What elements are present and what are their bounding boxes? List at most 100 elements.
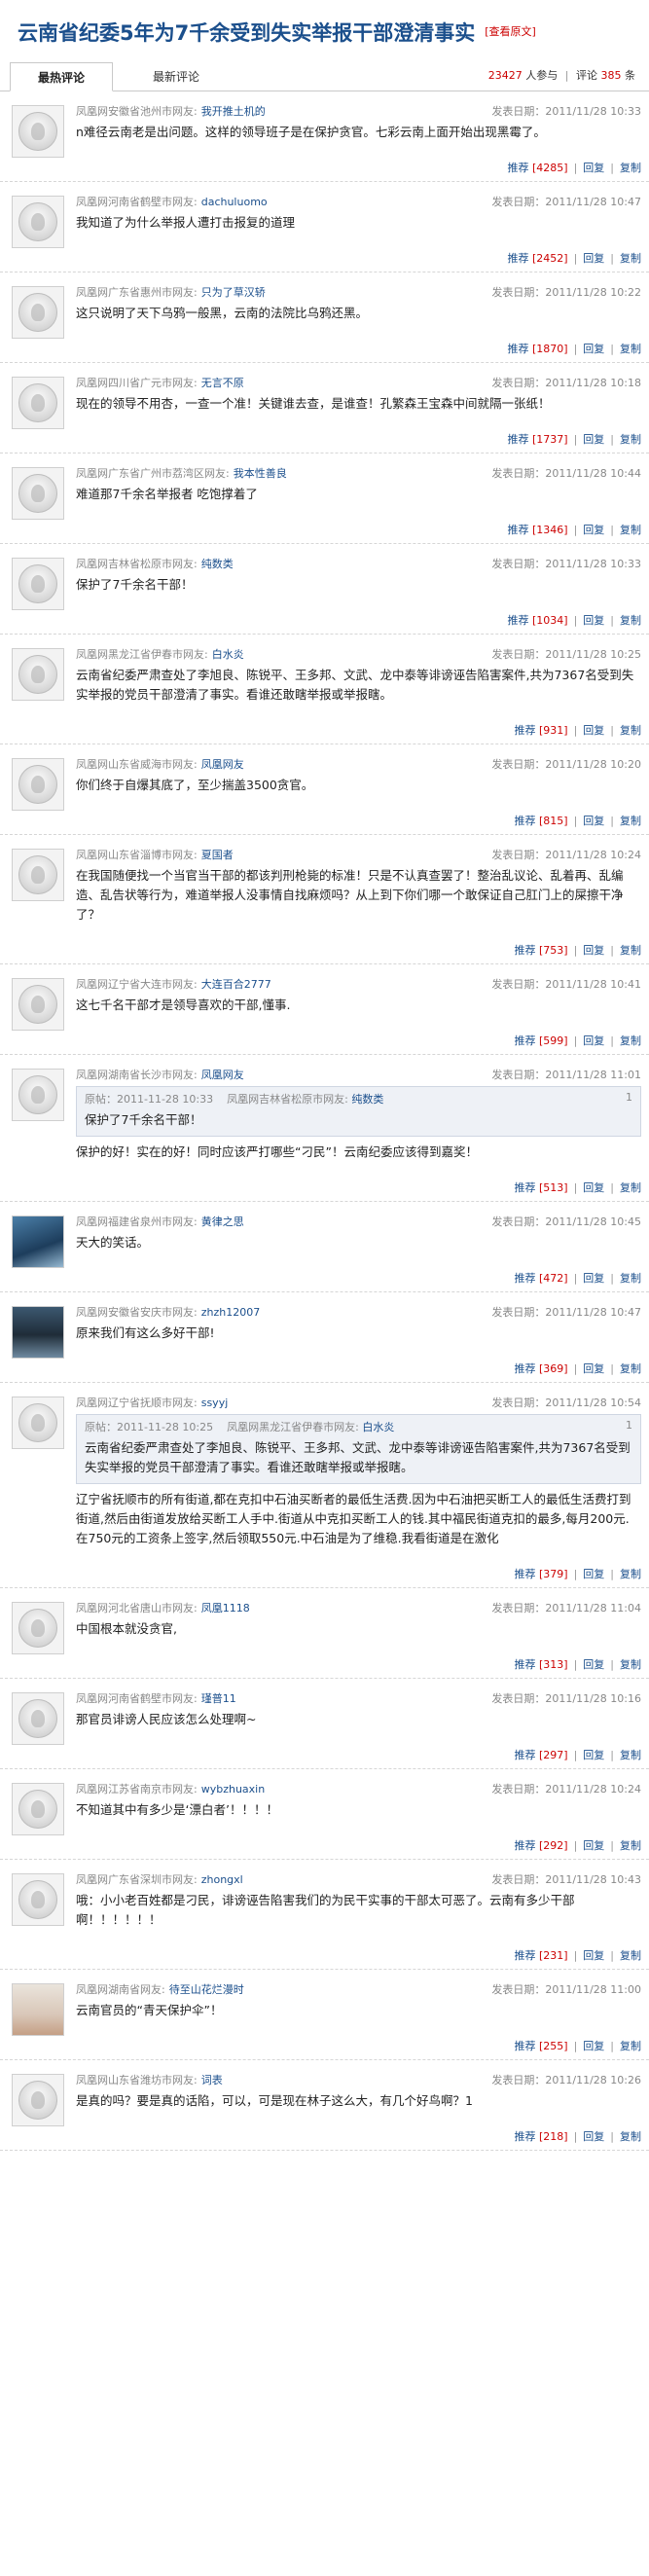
tab-latest[interactable]: 最新评论 — [125, 61, 228, 91]
commenter-nick[interactable]: 我开推土机的 — [201, 105, 266, 118]
avatar[interactable] — [12, 648, 64, 701]
avatar[interactable] — [12, 467, 64, 520]
copy-button[interactable]: 复制 — [620, 2040, 641, 2052]
recommend-button[interactable]: 推荐 — [514, 1839, 535, 1852]
copy-button[interactable]: 复制 — [620, 2130, 641, 2143]
recommend-button[interactable]: 推荐 — [514, 724, 535, 737]
copy-button[interactable]: 复制 — [620, 1658, 641, 1671]
commenter-nick[interactable]: 无言不原 — [201, 377, 244, 389]
recommend-button[interactable]: 推荐 — [514, 1181, 535, 1194]
avatar[interactable] — [12, 1602, 64, 1654]
reply-button[interactable]: 回复 — [583, 1272, 604, 1285]
commenter-nick[interactable]: 黄律之思 — [201, 1215, 244, 1228]
reply-button[interactable]: 回复 — [583, 614, 604, 627]
reply-button[interactable]: 回复 — [583, 944, 604, 957]
commenter-nick[interactable]: zhongxl — [201, 1873, 243, 1886]
copy-button[interactable]: 复制 — [620, 162, 641, 174]
recommend-button[interactable]: 推荐 — [514, 1362, 535, 1375]
copy-button[interactable]: 复制 — [620, 433, 641, 446]
avatar[interactable] — [12, 196, 64, 248]
reply-button[interactable]: 回复 — [583, 162, 604, 174]
recommend-button[interactable]: 推荐 — [514, 1568, 535, 1580]
copy-button[interactable]: 复制 — [620, 944, 641, 957]
avatar[interactable] — [12, 1306, 64, 1359]
recommend-button[interactable]: 推荐 — [507, 524, 528, 536]
reply-button[interactable]: 回复 — [583, 1568, 604, 1580]
reply-button[interactable]: 回复 — [583, 343, 604, 355]
reply-button[interactable]: 回复 — [583, 1839, 604, 1852]
commenter-nick[interactable]: 大连百合2777 — [201, 978, 271, 991]
recommend-button[interactable]: 推荐 — [514, 944, 535, 957]
avatar[interactable] — [12, 1397, 64, 1449]
copy-button[interactable]: 复制 — [620, 252, 641, 265]
commenter-nick[interactable]: 夏国者 — [201, 849, 234, 861]
commenter-nick[interactable]: dachuluomo — [201, 196, 268, 208]
commenter-nick[interactable]: 瑾普11 — [201, 1692, 236, 1705]
commenter-nick[interactable]: 只为了草汉轿 — [201, 286, 266, 299]
copy-button[interactable]: 复制 — [620, 524, 641, 536]
commenter-nick[interactable]: 词表 — [201, 2074, 223, 2086]
commenter-nick[interactable]: 白水炎 — [212, 648, 244, 661]
reply-button[interactable]: 回复 — [583, 1949, 604, 1962]
copy-button[interactable]: 复制 — [620, 1749, 641, 1761]
avatar[interactable] — [12, 1069, 64, 1121]
commenter-nick[interactable]: zhzh12007 — [201, 1306, 260, 1319]
copy-button[interactable]: 复制 — [620, 1839, 641, 1852]
commenter-nick[interactable]: 纯数类 — [201, 558, 234, 570]
recommend-button[interactable]: 推荐 — [507, 614, 528, 627]
avatar[interactable] — [12, 1215, 64, 1268]
avatar[interactable] — [12, 978, 64, 1031]
reply-button[interactable]: 回复 — [583, 2130, 604, 2143]
reply-button[interactable]: 回复 — [583, 815, 604, 827]
comment-count-label[interactable]: 评论 — [576, 69, 597, 82]
quote-nick[interactable]: 白水炎 — [362, 1421, 394, 1433]
reply-button[interactable]: 回复 — [583, 2040, 604, 2052]
recommend-button[interactable]: 推荐 — [514, 1749, 535, 1761]
comment-count[interactable]: 385 — [601, 69, 622, 82]
reply-button[interactable]: 回复 — [583, 252, 604, 265]
recommend-button[interactable]: 推荐 — [507, 162, 528, 174]
recommend-button[interactable]: 推荐 — [514, 1034, 535, 1047]
copy-button[interactable]: 复制 — [620, 343, 641, 355]
avatar[interactable] — [12, 105, 64, 158]
commenter-nick[interactable]: ssyyj — [201, 1397, 229, 1409]
reply-button[interactable]: 回复 — [583, 1362, 604, 1375]
commenter-nick[interactable]: 凤凰1118 — [201, 1602, 250, 1615]
avatar[interactable] — [12, 1983, 64, 2036]
reply-button[interactable]: 回复 — [583, 1181, 604, 1194]
comment-count-suffix[interactable]: 条 — [625, 69, 635, 82]
copy-button[interactable]: 复制 — [620, 1034, 641, 1047]
commenter-nick[interactable]: 凤凰网友 — [201, 758, 244, 771]
avatar[interactable] — [12, 1783, 64, 1835]
avatar[interactable] — [12, 558, 64, 610]
avatar[interactable] — [12, 1692, 64, 1745]
copy-button[interactable]: 复制 — [620, 1181, 641, 1194]
recommend-button[interactable]: 推荐 — [507, 252, 528, 265]
copy-button[interactable]: 复制 — [620, 815, 641, 827]
recommend-button[interactable]: 推荐 — [514, 2040, 535, 2052]
avatar[interactable] — [12, 1873, 64, 1926]
commenter-nick[interactable]: 我本性善良 — [234, 467, 287, 480]
copy-button[interactable]: 复制 — [620, 614, 641, 627]
recommend-button[interactable]: 推荐 — [507, 433, 528, 446]
reply-button[interactable]: 回复 — [583, 1658, 604, 1671]
recommend-button[interactable]: 推荐 — [514, 815, 535, 827]
recommend-button[interactable]: 推荐 — [514, 1658, 535, 1671]
copy-button[interactable]: 复制 — [620, 1568, 641, 1580]
reply-button[interactable]: 回复 — [583, 524, 604, 536]
recommend-button[interactable]: 推荐 — [514, 1272, 535, 1285]
avatar[interactable] — [12, 377, 64, 429]
reply-button[interactable]: 回复 — [583, 724, 604, 737]
copy-button[interactable]: 复制 — [620, 724, 641, 737]
avatar[interactable] — [12, 758, 64, 811]
avatar[interactable] — [12, 2074, 64, 2126]
quote-nick[interactable]: 纯数类 — [351, 1093, 383, 1106]
recommend-button[interactable]: 推荐 — [507, 343, 528, 355]
commenter-nick[interactable]: 凤凰网友 — [201, 1069, 244, 1081]
copy-button[interactable]: 复制 — [620, 1272, 641, 1285]
reply-button[interactable]: 回复 — [583, 1034, 604, 1047]
commenter-nick[interactable]: 待至山花烂漫时 — [169, 1983, 244, 1996]
tab-hottest[interactable]: 最热评论 — [10, 62, 113, 91]
recommend-button[interactable]: 推荐 — [514, 2130, 535, 2143]
avatar[interactable] — [12, 849, 64, 901]
